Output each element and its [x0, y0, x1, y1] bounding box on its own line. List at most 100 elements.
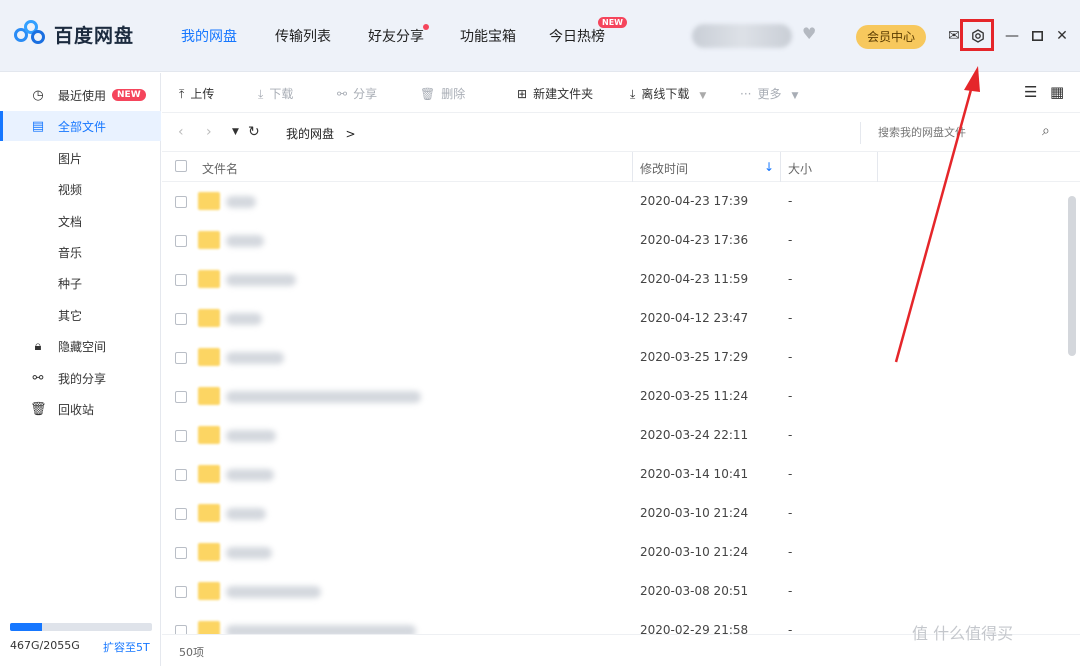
lock-icon: 🔒︎: [34, 338, 42, 354]
sort-desc-icon[interactable]: ↓: [764, 160, 774, 174]
col-size-header[interactable]: 大小: [788, 160, 812, 177]
download-icon: ⤓: [630, 87, 636, 101]
sidebar-item-music[interactable]: 音乐: [0, 237, 161, 267]
sidebar-item-recent[interactable]: ◷ 最近使用 NEW: [0, 80, 161, 110]
row-checkbox[interactable]: [175, 586, 187, 598]
file-name[interactable]: [226, 196, 256, 208]
file-name[interactable]: [226, 625, 416, 634]
sort-icon[interactable]: ☰: [1024, 83, 1037, 101]
row-checkbox[interactable]: [175, 274, 187, 286]
sidebar-item-videos[interactable]: 视频: [0, 174, 161, 204]
tab-hot-list-label: 今日热榜: [549, 29, 605, 45]
file-name[interactable]: [226, 235, 264, 247]
sidebar-item-docs[interactable]: 文档: [0, 206, 161, 236]
forward-icon[interactable]: ›: [206, 124, 212, 140]
search-input[interactable]: [860, 122, 1060, 144]
grid-view-icon[interactable]: ▦: [1050, 83, 1064, 101]
vip-center-button[interactable]: 会员中心: [856, 25, 926, 49]
chevron-down-icon: ▼: [699, 91, 707, 101]
file-size: -: [788, 233, 793, 247]
file-size: -: [788, 272, 793, 286]
minimize-icon[interactable]: —: [1000, 25, 1024, 47]
row-checkbox[interactable]: [175, 235, 187, 247]
search-icon[interactable]: ⌕: [1042, 123, 1050, 139]
file-name[interactable]: [226, 469, 274, 481]
row-checkbox[interactable]: [175, 196, 187, 208]
row-checkbox[interactable]: [175, 625, 187, 634]
sidebar-item-torrents[interactable]: 种子: [0, 268, 161, 298]
folder-icon: [198, 270, 220, 288]
row-checkbox[interactable]: [175, 547, 187, 559]
tab-transfer-list[interactable]: 传输列表: [275, 26, 331, 46]
maximize-icon[interactable]: [1025, 25, 1049, 47]
col-mtime-header[interactable]: 修改时间: [640, 160, 688, 177]
back-icon[interactable]: ‹: [178, 124, 184, 140]
file-name[interactable]: [226, 547, 272, 559]
table-row[interactable]: 2020-03-10 21:24 -: [162, 494, 1066, 533]
more-button[interactable]: ··· 更多 ▼: [740, 85, 798, 102]
file-size: -: [788, 545, 793, 559]
settings-highlight-box: [960, 19, 994, 51]
col-name-header[interactable]: 文件名: [202, 160, 238, 177]
file-name[interactable]: [226, 391, 421, 403]
file-name[interactable]: [226, 352, 284, 364]
table-row[interactable]: 2020-04-12 23:47 -: [162, 299, 1066, 338]
file-name[interactable]: [226, 586, 321, 598]
select-all-checkbox[interactable]: [175, 160, 187, 172]
file-name[interactable]: [226, 274, 296, 286]
refresh-icon[interactable]: ↻: [248, 124, 260, 140]
address-bar: ‹ › ▼ ↻ 我的网盘 > ⌕: [162, 114, 1080, 152]
tab-my-drive[interactable]: 我的网盘: [181, 26, 237, 46]
table-row[interactable]: 2020-04-23 17:39 -: [162, 182, 1066, 221]
modified-time: 2020-03-25 11:24: [640, 389, 749, 403]
table-row[interactable]: 2020-04-23 17:36 -: [162, 221, 1066, 260]
sidebar-item-others[interactable]: 其它: [0, 300, 161, 330]
row-checkbox[interactable]: [175, 352, 187, 364]
sidebar-item-my-share[interactable]: ⚯ 我的分享: [0, 363, 161, 393]
file-name[interactable]: [226, 313, 262, 325]
offline-download-button[interactable]: ⤓ 离线下载 ▼: [630, 85, 706, 102]
new-folder-button[interactable]: ⊞ 新建文件夹: [517, 85, 593, 102]
table-row[interactable]: 2020-03-10 21:24 -: [162, 533, 1066, 572]
upload-button[interactable]: ⤒ 上传: [179, 85, 214, 102]
row-checkbox[interactable]: [175, 313, 187, 325]
user-avatar[interactable]: [692, 24, 792, 48]
expand-storage-link[interactable]: 扩容至5T: [103, 639, 150, 655]
sidebar-item-recycle-bin[interactable]: 🗑︎ 回收站: [0, 394, 161, 424]
new-badge: NEW: [112, 89, 146, 101]
table-row[interactable]: 2020-03-25 17:29 -: [162, 338, 1066, 377]
table-row[interactable]: 2020-04-23 11:59 -: [162, 260, 1066, 299]
table-row[interactable]: 2020-03-25 11:24 -: [162, 377, 1066, 416]
heart-icon[interactable]: ♥: [802, 24, 816, 43]
file-size: -: [788, 623, 793, 634]
tab-friend-share[interactable]: 好友分享: [368, 24, 429, 46]
chevron-down-icon: ▼: [791, 91, 799, 101]
sidebar-item-all-files[interactable]: ▤ 全部文件: [0, 111, 161, 141]
tab-toolbox[interactable]: 功能宝箱: [460, 26, 516, 46]
tab-hot-list[interactable]: 今日热榜 NEW: [549, 17, 627, 46]
sidebar-item-hidden-space[interactable]: 🔒︎ 隐藏空间: [0, 331, 161, 361]
row-checkbox[interactable]: [175, 508, 187, 520]
table-row[interactable]: 2020-03-24 22:11 -: [162, 416, 1066, 455]
row-checkbox[interactable]: [175, 391, 187, 403]
download-button[interactable]: ⤓ 下载: [258, 85, 293, 102]
file-name[interactable]: [226, 508, 266, 520]
table-row[interactable]: 2020-03-08 20:51 -: [162, 572, 1066, 611]
sidebar-item-images[interactable]: 图片: [0, 143, 161, 173]
row-checkbox[interactable]: [175, 430, 187, 442]
folder-icon: [198, 192, 220, 210]
file-name[interactable]: [226, 430, 276, 442]
share-button[interactable]: ⚯ 分享: [337, 85, 377, 102]
share-label: 分享: [353, 87, 378, 101]
breadcrumb[interactable]: 我的网盘 >: [286, 125, 356, 142]
folder-icon: [198, 543, 220, 561]
modified-time: 2020-03-25 17:29: [640, 350, 749, 364]
table-row[interactable]: 2020-03-14 10:41 -: [162, 455, 1066, 494]
scrollbar-thumb[interactable]: [1068, 196, 1076, 356]
close-icon[interactable]: ✕: [1050, 25, 1074, 47]
modified-time: 2020-03-10 21:24: [640, 545, 749, 559]
folder-icon: [198, 426, 220, 444]
history-dropdown-icon[interactable]: ▼: [232, 127, 239, 137]
delete-button[interactable]: 🗑︎ 删除: [420, 85, 465, 102]
row-checkbox[interactable]: [175, 469, 187, 481]
